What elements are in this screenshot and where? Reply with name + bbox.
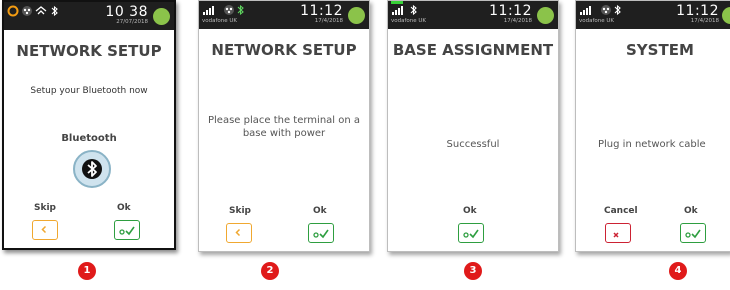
battery-icon [537, 7, 554, 24]
ok-check-icon [463, 229, 479, 239]
ok-button[interactable] [114, 220, 140, 240]
signal-bluetooth-icons [580, 4, 621, 16]
battery-icon [348, 7, 365, 24]
signal-bluetooth-icons [203, 4, 244, 16]
ok-button[interactable] [458, 223, 484, 243]
ok-button[interactable] [308, 223, 334, 243]
screen-message: Please place the terminal on a base with… [207, 115, 361, 139]
step-badge-4: 4 [669, 262, 687, 280]
ok-check-icon [313, 229, 329, 239]
cancel-button[interactable] [605, 223, 631, 243]
status-date: 27/07/2018 [116, 19, 148, 25]
screen-subtitle: Setup your Bluetooth now [30, 86, 148, 96]
skip-label: Skip [34, 203, 56, 213]
status-bar: vodafone UK 11:12 17/4/2018 [388, 1, 558, 29]
ok-label: Ok [684, 206, 698, 216]
cancel-x-icon [613, 232, 619, 238]
step-badge-1: 1 [78, 262, 96, 280]
screen-title: SYSTEM [626, 41, 694, 59]
status-time: 10 38 [105, 4, 148, 20]
bluetooth-label: Bluetooth [61, 133, 117, 144]
screen-message: Plug in network cable [598, 139, 706, 150]
terminal-screen-4: vodafone UK 11:12 17/4/2018 SYSTEM Plug … [575, 0, 730, 252]
screen-title: BASE ASSIGNMENT [392, 41, 554, 59]
status-icons [579, 4, 629, 16]
status-date: 17/4/2018 [690, 18, 719, 24]
battery-icon [153, 8, 170, 25]
cancel-label: Cancel [604, 206, 638, 216]
ok-check-icon [119, 226, 135, 236]
ok-label: Ok [463, 206, 477, 216]
skip-button[interactable] [226, 223, 252, 243]
status-icons [202, 4, 252, 16]
skip-button[interactable] [32, 220, 58, 240]
carrier-name: vodafone UK [202, 18, 238, 24]
screen-title: NETWORK SETUP [16, 42, 162, 60]
status-bar: vodafone UK 11:12 17/4/2018 [199, 1, 369, 29]
ok-label: Ok [117, 203, 131, 213]
step-badge-2: 2 [261, 262, 279, 280]
battery-icon [722, 7, 730, 24]
status-time: 11:12 [300, 3, 343, 19]
back-arrow-icon [41, 225, 47, 234]
signal-bluetooth-icons [392, 4, 417, 16]
screen-title: NETWORK SETUP [211, 41, 357, 59]
carrier-name: vodafone UK [391, 18, 427, 24]
status-bar: vodafone UK 11:12 17/4/2018 [576, 1, 730, 29]
carrier-name: vodafone UK [579, 18, 615, 24]
skip-label: Skip [229, 206, 251, 216]
back-arrow-icon [235, 228, 241, 237]
status-icons [7, 5, 69, 17]
bluetooth-button[interactable] [73, 150, 111, 188]
step-badge-3: 3 [464, 262, 482, 280]
status-date: 17/4/2018 [503, 18, 532, 24]
status-date: 17/4/2018 [314, 18, 343, 24]
wifi-bluetooth-icons [7, 5, 58, 17]
status-time: 11:12 [489, 3, 532, 19]
ok-check-icon [685, 229, 701, 239]
screen-message: Successful [446, 139, 500, 150]
status-bar: 10 38 27/07/2018 [4, 2, 174, 30]
status-icons [391, 4, 431, 16]
status-time: 11:12 [676, 3, 719, 19]
ok-button[interactable] [680, 223, 706, 243]
terminal-screen-3: vodafone UK 11:12 17/4/2018 BASE ASSIGNM… [387, 0, 559, 252]
bluetooth-icon [82, 159, 102, 179]
ok-label: Ok [313, 206, 327, 216]
terminal-screen-2: vodafone UK 11:12 17/4/2018 NETWORK SETU… [198, 0, 370, 252]
terminal-screen-1: 10 38 27/07/2018 NETWORK SETUP Setup you… [2, 0, 176, 250]
